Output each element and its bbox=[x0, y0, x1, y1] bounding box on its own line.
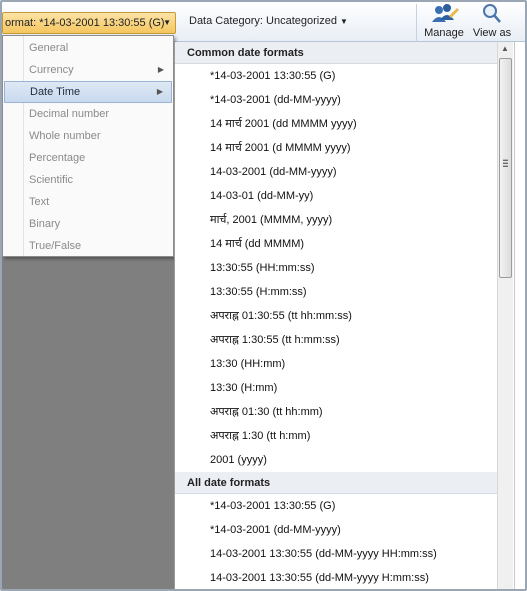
date-format-option[interactable]: 14-03-2001 13:30:55 (dd-MM-yyyy HH:mm:ss… bbox=[210, 544, 437, 564]
menu-item-general[interactable]: General bbox=[4, 37, 172, 59]
format-menu: General Currency ▶ Date Time ▶ Decimal num… bbox=[2, 35, 174, 257]
date-format-option[interactable]: 14-03-2001 13:30:55 (dd-MM-yyyy H:mm:ss) bbox=[210, 568, 429, 588]
time-format-option[interactable]: 13:30 (H:mm) bbox=[210, 378, 277, 398]
group-header-all: All date formats bbox=[175, 472, 497, 494]
time-format-option[interactable]: 13:30:55 (H:mm:ss) bbox=[210, 282, 307, 302]
background-window-edge bbox=[514, 42, 525, 589]
date-format-option[interactable]: 14-03-01 (dd-MM-yy) bbox=[210, 186, 313, 206]
grip-icon: ━ ━ ━ bbox=[503, 156, 508, 171]
data-category-label: Data Category: Uncategorized bbox=[189, 15, 337, 27]
date-format-submenu: Common date formats *14-03-2001 13:30:55… bbox=[174, 42, 514, 589]
submenu-arrow-icon: ▶ bbox=[157, 65, 164, 74]
date-format-option[interactable]: 14 मार्च 2001 (d MMMM yyyy) bbox=[210, 138, 351, 158]
ribbon-separator bbox=[416, 4, 417, 42]
menu-item-whole-number[interactable]: Whole number bbox=[4, 125, 172, 147]
app-window: ormat: *14-03-2001 13:30:55 (G) ▼ Data C… bbox=[0, 0, 527, 591]
date-format-option[interactable]: 14 मार्च 2001 (dd MMMM yyyy) bbox=[210, 114, 357, 134]
group-header-common: Common date formats bbox=[175, 42, 497, 64]
data-category-dropdown[interactable]: Data Category: Uncategorized ▼ bbox=[189, 15, 348, 27]
chevron-down-icon: ▼ bbox=[163, 18, 171, 27]
menu-item-date-time[interactable]: Date Time ▶ bbox=[4, 81, 172, 103]
submenu-arrow-icon: ▶ bbox=[156, 87, 163, 96]
date-format-option[interactable]: मार्च, 2001 (MMMM, yyyy) bbox=[210, 210, 332, 230]
menu-item-text[interactable]: Text bbox=[4, 191, 172, 213]
scroll-up-icon[interactable]: ▲ bbox=[501, 44, 509, 53]
submenu-scrollbar[interactable]: ▲ ━ ━ ━ bbox=[497, 42, 513, 589]
view-as-label: View as bbox=[472, 27, 512, 39]
menu-item-scientific[interactable]: Scientific bbox=[4, 169, 172, 191]
manage-label: Manage bbox=[424, 27, 464, 39]
menu-item-decimal-number[interactable]: Decimal number bbox=[4, 103, 172, 125]
time-format-option[interactable]: 13:30:55 (HH:mm:ss) bbox=[210, 258, 315, 278]
view-as-button[interactable]: View as bbox=[468, 2, 516, 42]
menu-item-currency[interactable]: Currency ▶ bbox=[4, 59, 172, 81]
time-format-option[interactable]: अपराह्न 01:30:55 (tt hh:mm:ss) bbox=[210, 306, 352, 326]
date-format-option[interactable]: *14-03-2001 (dd-MM-yyyy) bbox=[210, 520, 341, 540]
chevron-down-icon: ▼ bbox=[339, 17, 348, 26]
time-format-option[interactable]: अपराह्न 1:30 (tt h:mm) bbox=[210, 426, 310, 446]
scrollbar-thumb[interactable]: ━ ━ ━ bbox=[499, 58, 512, 278]
manage-button[interactable]: Manage bbox=[420, 2, 468, 42]
menu-item-true-false[interactable]: True/False bbox=[4, 235, 172, 257]
date-format-option[interactable]: 2001 (yyyy) bbox=[210, 450, 267, 470]
date-format-option[interactable]: *14-03-2001 13:30:55 (G) bbox=[210, 496, 335, 516]
users-icon bbox=[420, 2, 468, 26]
time-format-option[interactable]: 13:30 (HH:mm) bbox=[210, 354, 285, 374]
magnifier-icon bbox=[468, 2, 516, 26]
menu-item-percentage[interactable]: Percentage bbox=[4, 147, 172, 169]
time-format-option[interactable]: अपराह्न 01:30 (tt hh:mm) bbox=[210, 402, 323, 422]
date-format-option[interactable]: *14-03-2001 13:30:55 (G) bbox=[210, 66, 335, 86]
date-format-option[interactable]: 14-03-2001 (dd-MM-yyyy) bbox=[210, 162, 337, 182]
date-format-option[interactable]: 14 मार्च (dd MMMM) bbox=[210, 234, 304, 254]
menu-item-binary[interactable]: Binary bbox=[4, 213, 172, 235]
format-dropdown-button[interactable]: ormat: *14-03-2001 13:30:55 (G) ▼ bbox=[2, 12, 176, 34]
time-format-option[interactable]: अपराह्न 1:30:55 (tt h:mm:ss) bbox=[210, 330, 340, 350]
date-format-option[interactable]: *14-03-2001 (dd-MM-yyyy) bbox=[210, 90, 341, 110]
format-label: ormat: *14-03-2001 13:30:55 (G) bbox=[5, 17, 165, 29]
